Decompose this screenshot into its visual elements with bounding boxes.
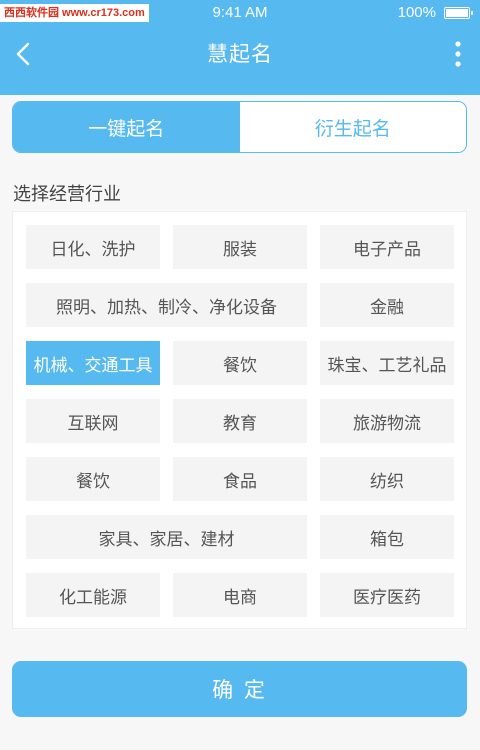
industry-chip[interactable]: 医疗医药	[320, 573, 454, 617]
battery-icon	[444, 7, 473, 19]
industry-chip[interactable]: 餐饮	[26, 457, 160, 501]
page-title: 慧起名	[207, 42, 273, 66]
industry-chip[interactable]: 化工能源	[26, 573, 160, 617]
industry-chip[interactable]: 服装	[173, 225, 307, 269]
industry-chip[interactable]: 金融	[320, 283, 454, 327]
industry-grid: 日化、洗护 服装 电子产品 照明、加热、制冷、净化设备 金融 机械、交通工具 餐…	[12, 211, 467, 629]
industry-chip[interactable]: 日化、洗护	[26, 225, 160, 269]
tab-derived-naming[interactable]: 衍生起名	[239, 102, 466, 152]
industry-chip[interactable]: 纺织	[320, 457, 454, 501]
tab-quick-naming[interactable]: 一键起名	[13, 102, 240, 152]
industry-chip[interactable]: 箱包	[320, 515, 454, 559]
industry-chip[interactable]: 电子产品	[320, 225, 454, 269]
industry-chip[interactable]: 电商	[173, 573, 307, 617]
industry-chip[interactable]: 教育	[173, 399, 307, 443]
industry-chip[interactable]: 食品	[173, 457, 307, 501]
industry-chip[interactable]: 照明、加热、制冷、净化设备	[26, 283, 307, 327]
more-vertical-icon[interactable]	[454, 41, 462, 67]
industry-chip[interactable]: 互联网	[26, 399, 160, 443]
industry-chip[interactable]: 餐饮	[173, 341, 307, 385]
confirm-button[interactable]: 确 定	[12, 661, 467, 717]
top-bar: 西西软件园 www.cr173.com 9:41 AM 100% 慧起名	[0, 0, 480, 95]
section-label: 选择经营行业	[13, 184, 121, 205]
industry-chip[interactable]: 旅游物流	[320, 399, 454, 443]
battery-percentage: 100%	[397, 4, 436, 21]
industry-chip[interactable]: 珠宝、工艺礼品	[320, 341, 454, 385]
industry-chip-selected[interactable]: 机械、交通工具	[26, 341, 160, 385]
mode-tabs: 一键起名 衍生起名	[12, 101, 467, 153]
industry-chip[interactable]: 家具、家居、建材	[26, 515, 307, 559]
